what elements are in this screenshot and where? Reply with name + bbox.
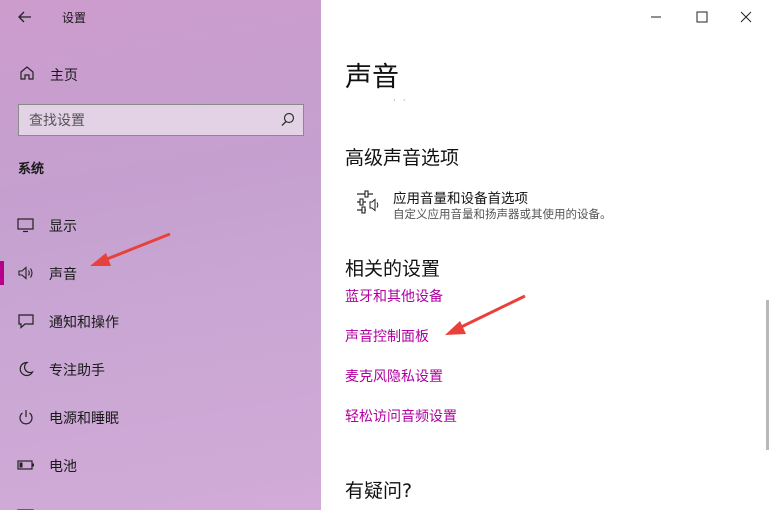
power-icon bbox=[19, 410, 33, 425]
related-settings-heading: 相关的设置 bbox=[345, 258, 441, 280]
close-button[interactable] bbox=[723, 0, 771, 34]
search-box[interactable] bbox=[18, 104, 304, 136]
title-bar: 设置 bbox=[0, 0, 321, 34]
advanced-sound-heading: 高级声音选项 bbox=[345, 147, 460, 169]
nav-home[interactable]: 主页 bbox=[0, 60, 321, 88]
link-microphone-privacy[interactable]: 麦克风隐私设置 bbox=[345, 366, 443, 386]
sidebar-item-display[interactable]: 显示 bbox=[0, 208, 321, 242]
close-icon bbox=[740, 11, 752, 23]
sidebar-item-label: 声音 bbox=[49, 267, 77, 283]
sidebar-item-label: 显示 bbox=[49, 219, 77, 235]
sidebar-item-label: 专注助手 bbox=[49, 363, 105, 379]
battery-icon bbox=[17, 460, 34, 470]
app-title: 设置 bbox=[62, 11, 87, 25]
storage-icon bbox=[17, 509, 34, 510]
scrollbar[interactable] bbox=[766, 300, 769, 450]
page-title: 声音 bbox=[345, 62, 399, 93]
sidebar-item-focus-assist[interactable]: 专注助手 bbox=[0, 352, 321, 386]
sidebar-item-notifications[interactable]: 通知和操作 bbox=[0, 304, 321, 338]
sidebar-item-label: 电源和睡眠 bbox=[49, 411, 119, 427]
annotation-arrow bbox=[445, 294, 526, 335]
truncated-content-dots: · · bbox=[393, 96, 408, 106]
content-pane: 声音 · · 高级声音选项 应用音量和设备首选项 自定义应用音量和扬声器或其使用… bbox=[321, 0, 771, 510]
link-sound-control-panel[interactable]: 声音控制面板 bbox=[345, 326, 429, 346]
moon-icon bbox=[19, 361, 34, 377]
notification-icon bbox=[18, 314, 34, 329]
search-input[interactable] bbox=[27, 110, 271, 132]
sidebar-item-sound[interactable]: 声音 bbox=[0, 256, 321, 290]
back-arrow-icon bbox=[18, 11, 31, 23]
nav-home-label: 主页 bbox=[50, 68, 78, 84]
app-volume-title: 应用音量和设备首选项 bbox=[393, 191, 528, 207]
back-button[interactable] bbox=[12, 6, 38, 28]
app-volume-preferences[interactable]: 应用音量和设备首选项 自定义应用音量和扬声器或其使用的设备。 bbox=[355, 184, 735, 224]
home-icon bbox=[20, 66, 34, 80]
help-heading: 有疑问? bbox=[345, 480, 413, 502]
sidebar-item-power-sleep[interactable]: 电源和睡眠 bbox=[0, 400, 321, 434]
maximize-button[interactable] bbox=[679, 0, 727, 34]
minimize-icon bbox=[651, 16, 661, 18]
link-bluetooth-devices[interactable]: 蓝牙和其他设备 bbox=[345, 286, 443, 306]
monitor-icon bbox=[17, 218, 34, 233]
link-ease-of-access-audio[interactable]: 轻松访问音频设置 bbox=[345, 406, 457, 426]
sliders-speaker-icon bbox=[357, 190, 379, 214]
maximize-icon bbox=[696, 11, 708, 23]
section-label: 系统 bbox=[18, 162, 45, 177]
minimize-button[interactable] bbox=[633, 0, 681, 34]
sidebar-item-partial[interactable] bbox=[0, 496, 321, 510]
search-icon[interactable] bbox=[279, 111, 297, 129]
sidebar-item-label: 通知和操作 bbox=[49, 315, 119, 331]
sidebar-item-label: 电池 bbox=[49, 459, 77, 475]
app-volume-description: 自定义应用音量和扬声器或其使用的设备。 bbox=[393, 207, 612, 221]
speaker-icon bbox=[18, 266, 33, 280]
sidebar-item-battery[interactable]: 电池 bbox=[0, 448, 321, 482]
sidebar: 设置 主页 系统 显示 声音 通知和操作 bbox=[0, 0, 321, 510]
active-indicator bbox=[0, 261, 4, 285]
